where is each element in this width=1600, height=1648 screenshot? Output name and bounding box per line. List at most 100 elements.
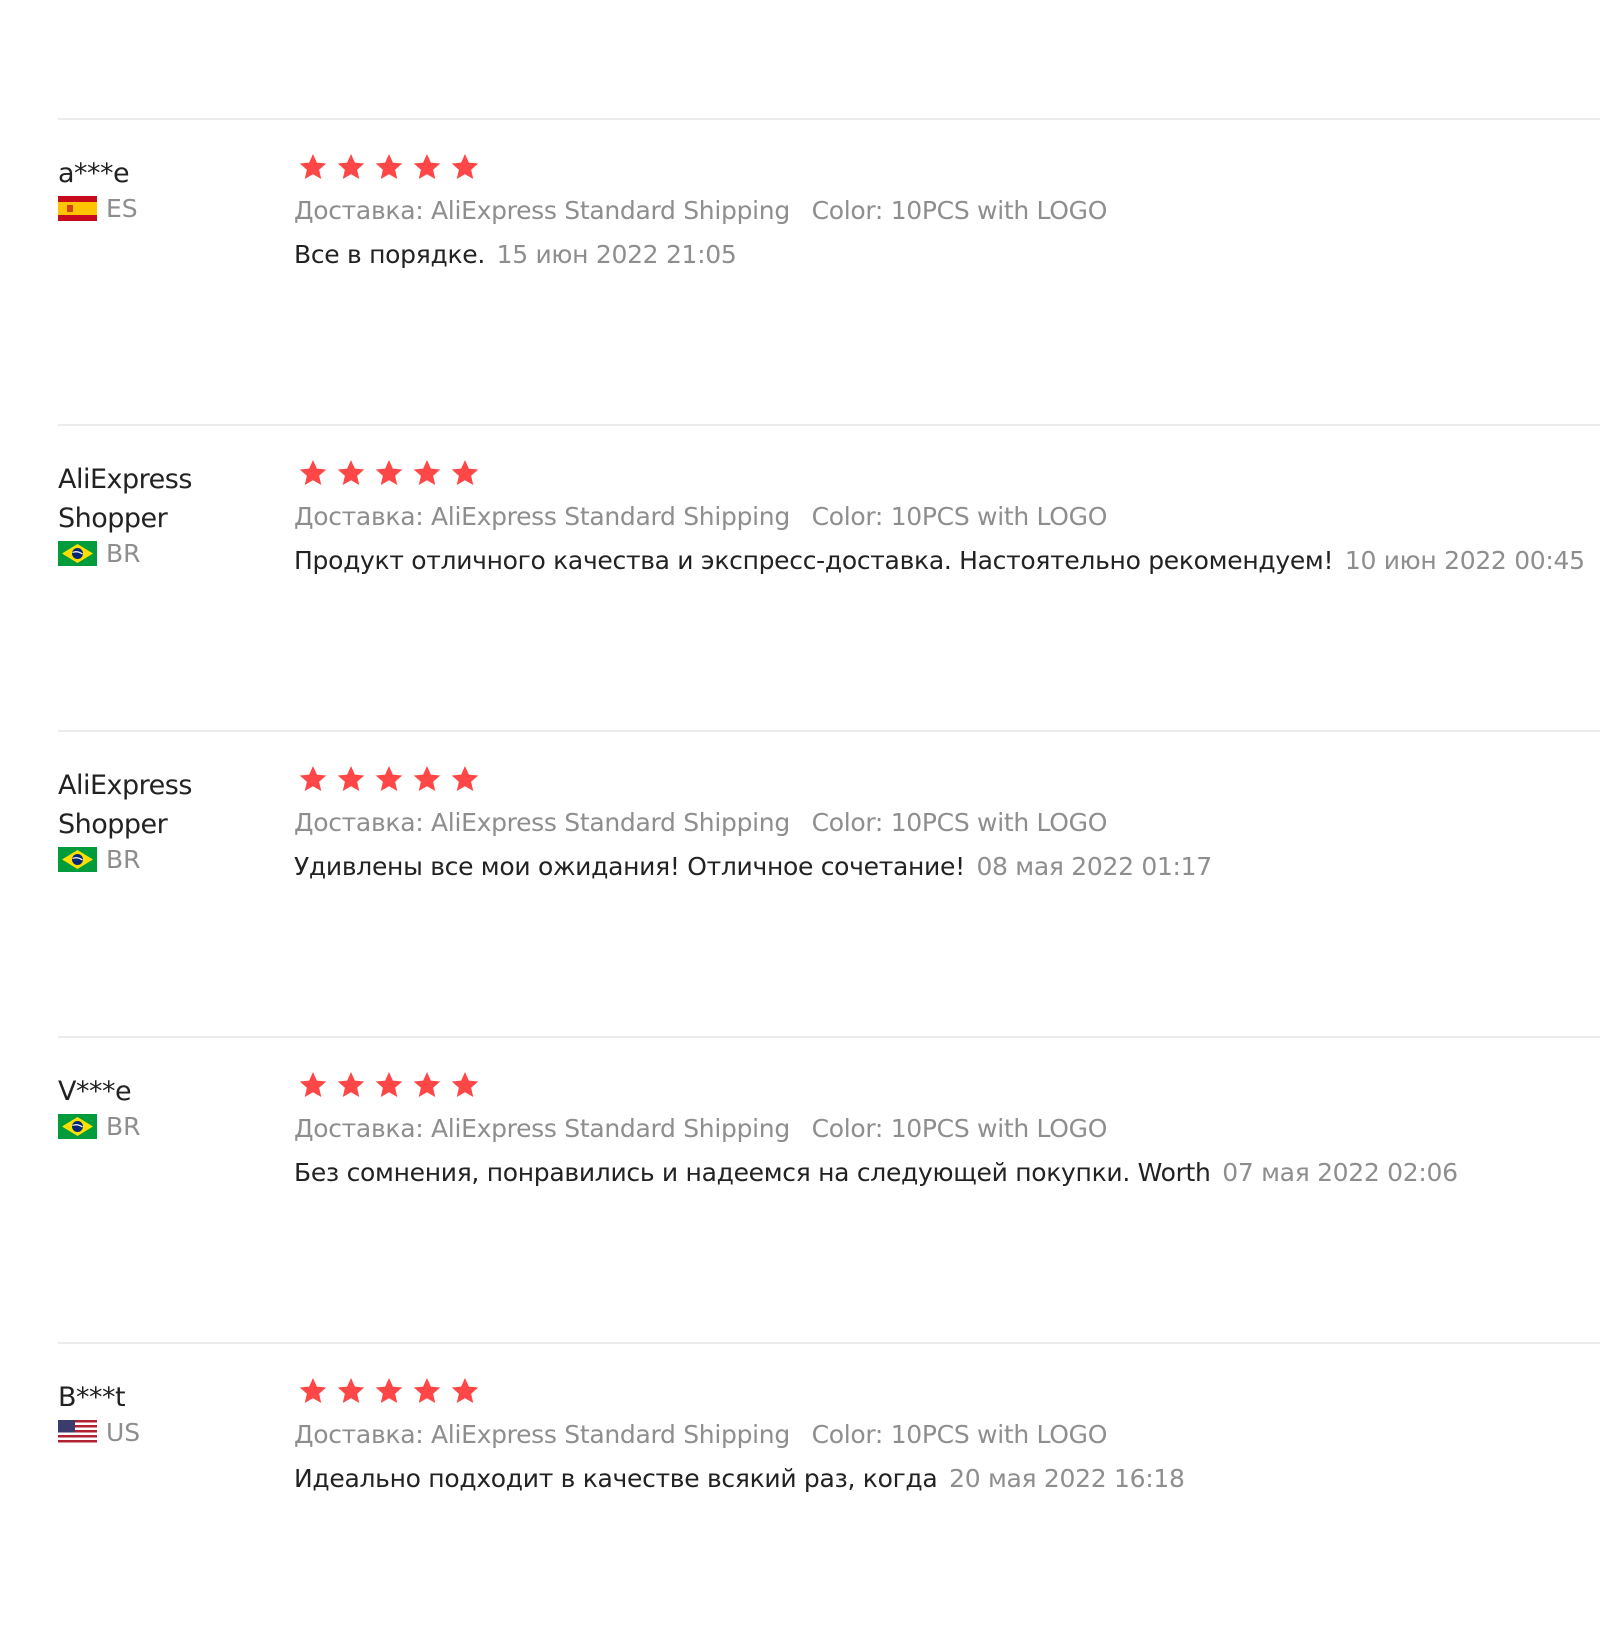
country-code: BR	[106, 844, 141, 874]
reviewer-info: AliExpress Shopper BR	[58, 766, 258, 877]
star-icon	[374, 1070, 404, 1100]
review-content: Доставка: AliExpress Standard Shipping C…	[294, 1068, 1600, 1190]
shipping-value: AliExpress Standard Shipping	[431, 808, 790, 837]
shipping-label: Доставка:	[294, 1420, 424, 1449]
review-comment: Удивлены все мои ожидания! Отличное соче…	[294, 852, 965, 881]
spain-flag-icon	[58, 196, 97, 221]
review-comment: Идеально подходит в качестве всякий раз,…	[294, 1464, 938, 1493]
review-content: Доставка: AliExpress Standard Shipping C…	[294, 456, 1600, 578]
color-label: Color:	[811, 1420, 884, 1449]
order-info: Доставка: AliExpress Standard Shipping C…	[294, 194, 1600, 228]
brazil-flag-icon	[58, 847, 97, 872]
buyer-feedback: Идеально подходит в качестве всякий раз,…	[294, 1462, 1600, 1496]
star-rating	[298, 1374, 1600, 1408]
star-icon	[412, 152, 442, 182]
star-icon	[374, 152, 404, 182]
star-icon	[298, 764, 328, 794]
star-icon	[450, 1070, 480, 1100]
order-info: Доставка: AliExpress Standard Shipping C…	[294, 806, 1600, 840]
color-label: Color:	[811, 196, 884, 225]
shipping-value: AliExpress Standard Shipping	[431, 1114, 790, 1143]
color-value: 10PCS with LOGO	[890, 502, 1108, 531]
review-comment: Без сомнения, понравились и надеемся на …	[294, 1158, 1211, 1187]
reviewer-country: BR	[58, 841, 258, 877]
star-icon	[412, 458, 442, 488]
review-content: Доставка: AliExpress Standard Shipping C…	[294, 1374, 1600, 1496]
shipping-label: Доставка:	[294, 196, 424, 225]
shipping-value: AliExpress Standard Shipping	[431, 196, 790, 225]
star-icon	[298, 458, 328, 488]
star-rating	[298, 150, 1600, 184]
buyer-feedback: Без сомнения, понравились и надеемся на …	[294, 1156, 1600, 1190]
brazil-flag-icon	[58, 541, 97, 566]
reviewer-info: AliExpress Shopper BR	[58, 460, 258, 571]
review-comment: Все в порядке.	[294, 240, 485, 269]
reviewer-name: B***t	[58, 1382, 126, 1413]
review-item: B***t US Доставка: AliExpress Standard S…	[58, 1342, 1600, 1648]
star-icon	[412, 1070, 442, 1100]
star-rating	[298, 1068, 1600, 1102]
reviewer-country: US	[58, 1414, 258, 1450]
reviewer-country: BR	[58, 1108, 258, 1144]
color-label: Color:	[811, 808, 884, 837]
color-value: 10PCS with LOGO	[890, 196, 1108, 225]
reviewer-name: AliExpress Shopper	[58, 464, 192, 534]
usa-flag-icon	[58, 1420, 97, 1445]
review-date: 08 мая 2022 01:17	[976, 852, 1212, 881]
star-icon	[412, 1376, 442, 1406]
order-info: Доставка: AliExpress Standard Shipping C…	[294, 500, 1600, 534]
reviewer-info: B***t US	[58, 1378, 258, 1450]
shipping-label: Доставка:	[294, 1114, 424, 1143]
review-comment: Продукт отличного качества и экспресс-до…	[294, 546, 1334, 575]
star-icon	[336, 458, 366, 488]
shipping-value: AliExpress Standard Shipping	[431, 502, 790, 531]
country-code: BR	[106, 1111, 141, 1141]
review-date: 10 июн 2022 00:45	[1344, 546, 1585, 575]
color-value: 10PCS with LOGO	[890, 1420, 1108, 1449]
star-icon	[450, 152, 480, 182]
reviewer-country: ES	[58, 190, 258, 226]
star-icon	[450, 1376, 480, 1406]
star-icon	[336, 1376, 366, 1406]
shipping-label: Доставка:	[294, 808, 424, 837]
reviewer-name: a***e	[58, 158, 130, 189]
star-icon	[412, 764, 442, 794]
buyer-feedback: Удивлены все мои ожидания! Отличное соче…	[294, 850, 1600, 884]
reviewer-info: a***e ES	[58, 154, 258, 226]
star-icon	[336, 764, 366, 794]
country-code: US	[106, 1417, 141, 1447]
star-icon	[298, 1376, 328, 1406]
country-code: BR	[106, 538, 141, 568]
reviewer-info: V***e BR	[58, 1072, 258, 1144]
review-content: Доставка: AliExpress Standard Shipping C…	[294, 762, 1600, 884]
review-content: Доставка: AliExpress Standard Shipping C…	[294, 150, 1600, 272]
star-icon	[450, 458, 480, 488]
review-date: 15 июн 2022 21:05	[496, 240, 737, 269]
buyer-feedback: Продукт отличного качества и экспресс-до…	[294, 544, 1600, 578]
review-item: V***e BR Доставка: AliExpress Standard S…	[58, 1036, 1600, 1342]
reviewer-name: V***e	[58, 1076, 132, 1107]
star-icon	[374, 1376, 404, 1406]
star-icon	[450, 764, 480, 794]
star-icon	[336, 152, 366, 182]
feedback-list: a***e ES Доставка: AliExpress Standard S…	[58, 118, 1600, 1648]
color-value: 10PCS with LOGO	[890, 1114, 1108, 1143]
color-value: 10PCS with LOGO	[890, 808, 1108, 837]
country-code: ES	[106, 193, 138, 223]
color-label: Color:	[811, 1114, 884, 1143]
star-rating	[298, 762, 1600, 796]
review-date: 20 мая 2022 16:18	[949, 1464, 1185, 1493]
star-icon	[374, 764, 404, 794]
review-item: AliExpress Shopper BR Доставка: AliExpre…	[58, 424, 1600, 730]
review-item: AliExpress Shopper BR Доставка: AliExpre…	[58, 730, 1600, 1036]
star-icon	[374, 458, 404, 488]
star-icon	[336, 1070, 366, 1100]
shipping-label: Доставка:	[294, 502, 424, 531]
shipping-value: AliExpress Standard Shipping	[431, 1420, 790, 1449]
star-rating	[298, 456, 1600, 490]
reviewer-name: AliExpress Shopper	[58, 770, 192, 840]
star-icon	[298, 1070, 328, 1100]
review-date: 07 мая 2022 02:06	[1222, 1158, 1458, 1187]
reviewer-country: BR	[58, 535, 258, 571]
review-item: a***e ES Доставка: AliExpress Standard S…	[58, 118, 1600, 424]
